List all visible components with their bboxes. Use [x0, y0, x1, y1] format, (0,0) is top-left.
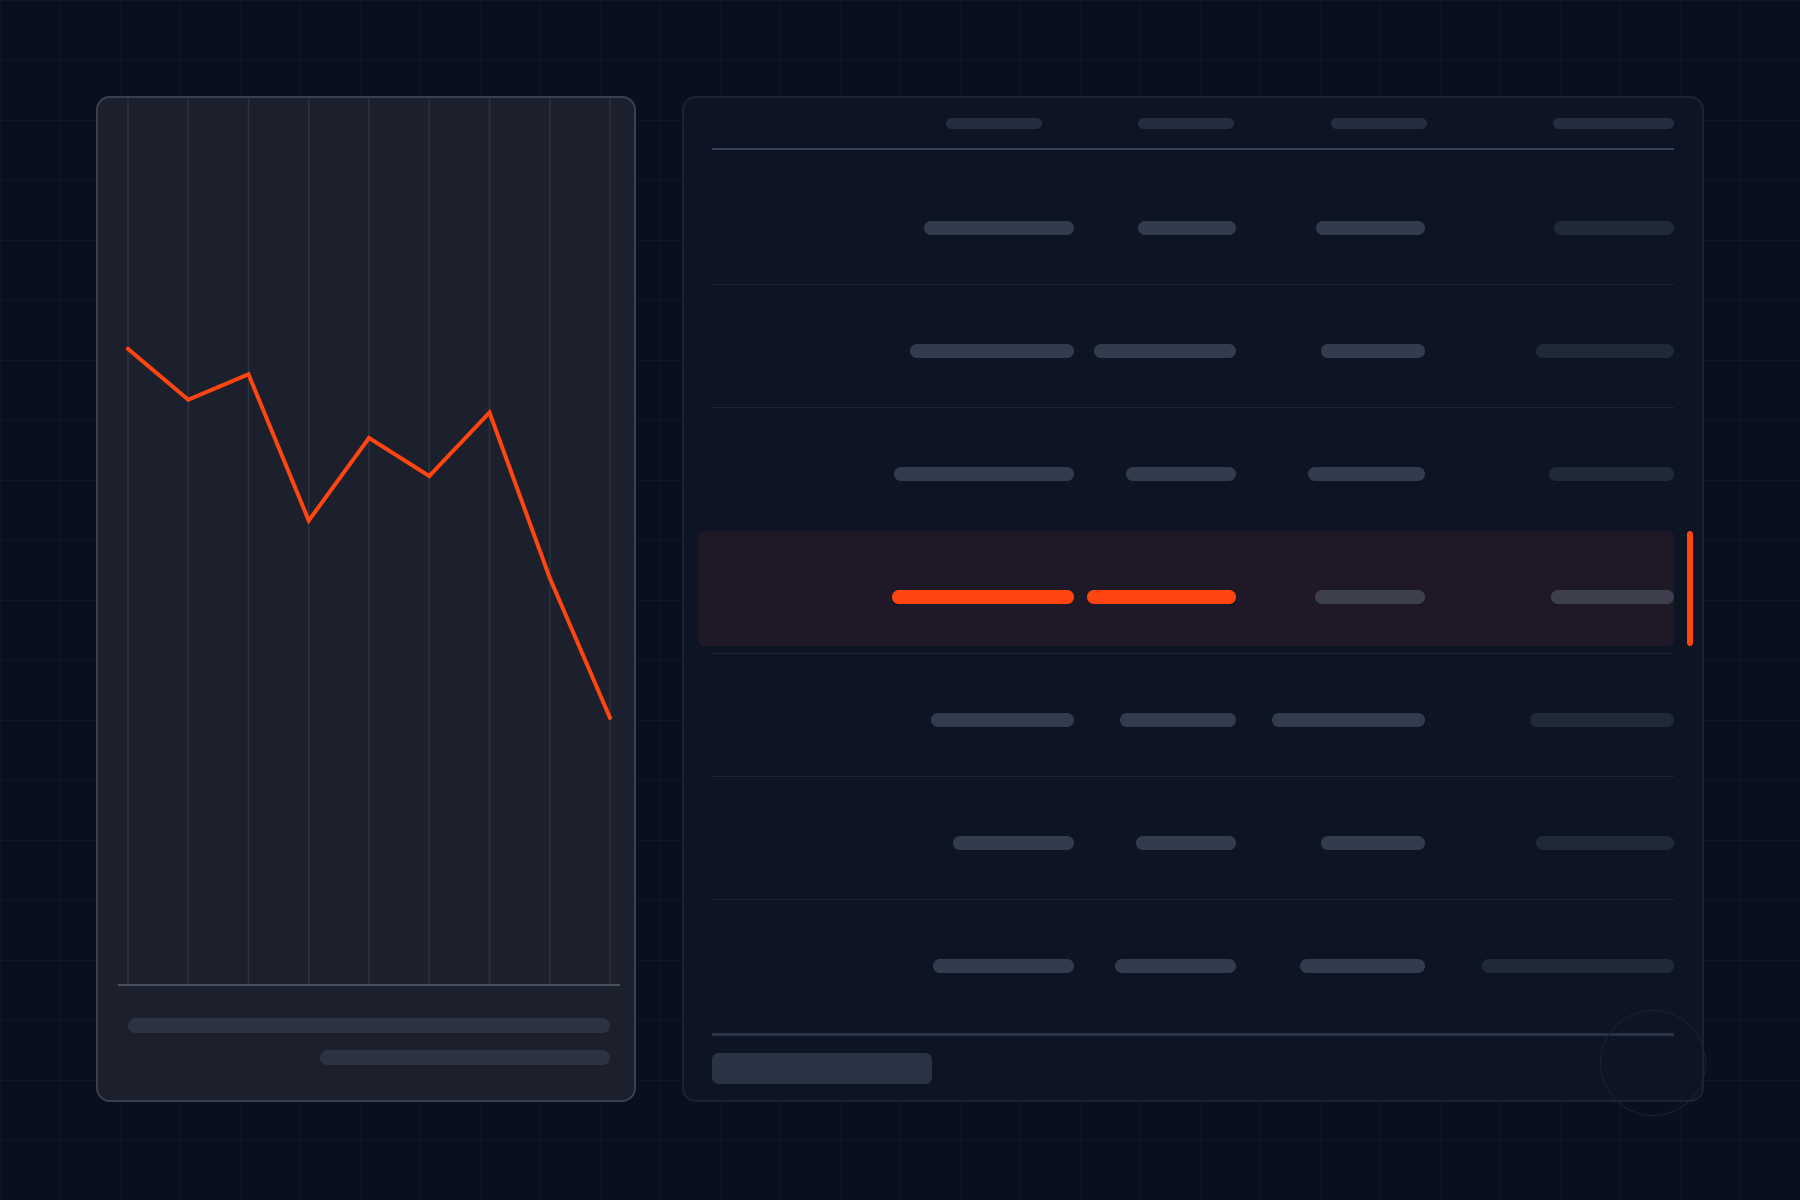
footer-divider: [712, 1033, 1674, 1036]
table-cell-3: [1321, 344, 1425, 358]
app-canvas: [0, 0, 1800, 1200]
column-header-4[interactable]: [1553, 118, 1674, 129]
table-cell-3: [1316, 221, 1425, 235]
data-point: [126, 346, 130, 351]
data-point: [186, 397, 191, 402]
row-divider: [712, 653, 1674, 654]
table-cell-2: [1136, 836, 1236, 850]
table-cell-4: [1482, 959, 1674, 973]
table-cell-4: [1551, 590, 1674, 604]
table-cell-4: [1536, 836, 1674, 850]
table-cell-1: [953, 836, 1074, 850]
table-cell-2: [1120, 713, 1236, 727]
table-cell-1: [924, 221, 1074, 235]
column-header-1[interactable]: [946, 118, 1042, 129]
table-cell-4: [1554, 221, 1674, 235]
footer-button[interactable]: [712, 1053, 932, 1084]
table-row-selected[interactable]: [712, 547, 1674, 647]
row-divider: [712, 407, 1674, 408]
data-point: [427, 474, 432, 479]
table-cell-1: [931, 713, 1074, 727]
table-cell-2: [1138, 221, 1236, 235]
chart-card: [96, 96, 636, 1102]
table-cell-2: [1126, 467, 1236, 481]
data-point: [367, 435, 371, 440]
table-cell-1: [892, 590, 1074, 604]
data-point: [547, 575, 552, 580]
data-point: [246, 372, 251, 377]
table-cell-4: [1549, 467, 1674, 481]
row-divider: [712, 899, 1674, 900]
chart-caption-line-2: [320, 1050, 610, 1065]
row-divider: [712, 284, 1674, 285]
selected-row-marker: [1687, 531, 1693, 646]
column-header-3[interactable]: [1331, 118, 1427, 129]
table-cell-3: [1321, 836, 1425, 850]
table-cell-2: [1115, 959, 1236, 973]
table-card: [682, 96, 1704, 1102]
table-row[interactable]: [712, 301, 1674, 401]
column-header-2[interactable]: [1138, 118, 1234, 129]
data-point: [306, 518, 311, 523]
table-cell-2: [1087, 590, 1236, 604]
table-row[interactable]: [712, 670, 1674, 770]
table-cell-1: [910, 344, 1074, 358]
table-cell-2: [1094, 344, 1236, 358]
table-cell-4: [1536, 344, 1674, 358]
header-divider: [712, 148, 1674, 150]
table-cell-4: [1530, 713, 1674, 727]
table-cell-3: [1272, 713, 1425, 727]
data-point: [487, 410, 492, 415]
table-row[interactable]: [712, 916, 1674, 1016]
table-row[interactable]: [712, 793, 1674, 893]
table-cell-3: [1300, 959, 1425, 973]
row-divider: [712, 776, 1674, 777]
table-cell-3: [1308, 467, 1425, 481]
table-cell-1: [933, 959, 1074, 973]
table-cell-1: [894, 467, 1074, 481]
table-row[interactable]: [712, 424, 1674, 524]
line-chart: [118, 98, 620, 986]
table-row[interactable]: [712, 178, 1674, 278]
chart-caption-line-1: [128, 1018, 610, 1033]
data-point: [608, 715, 612, 720]
table-cell-3: [1315, 590, 1425, 604]
